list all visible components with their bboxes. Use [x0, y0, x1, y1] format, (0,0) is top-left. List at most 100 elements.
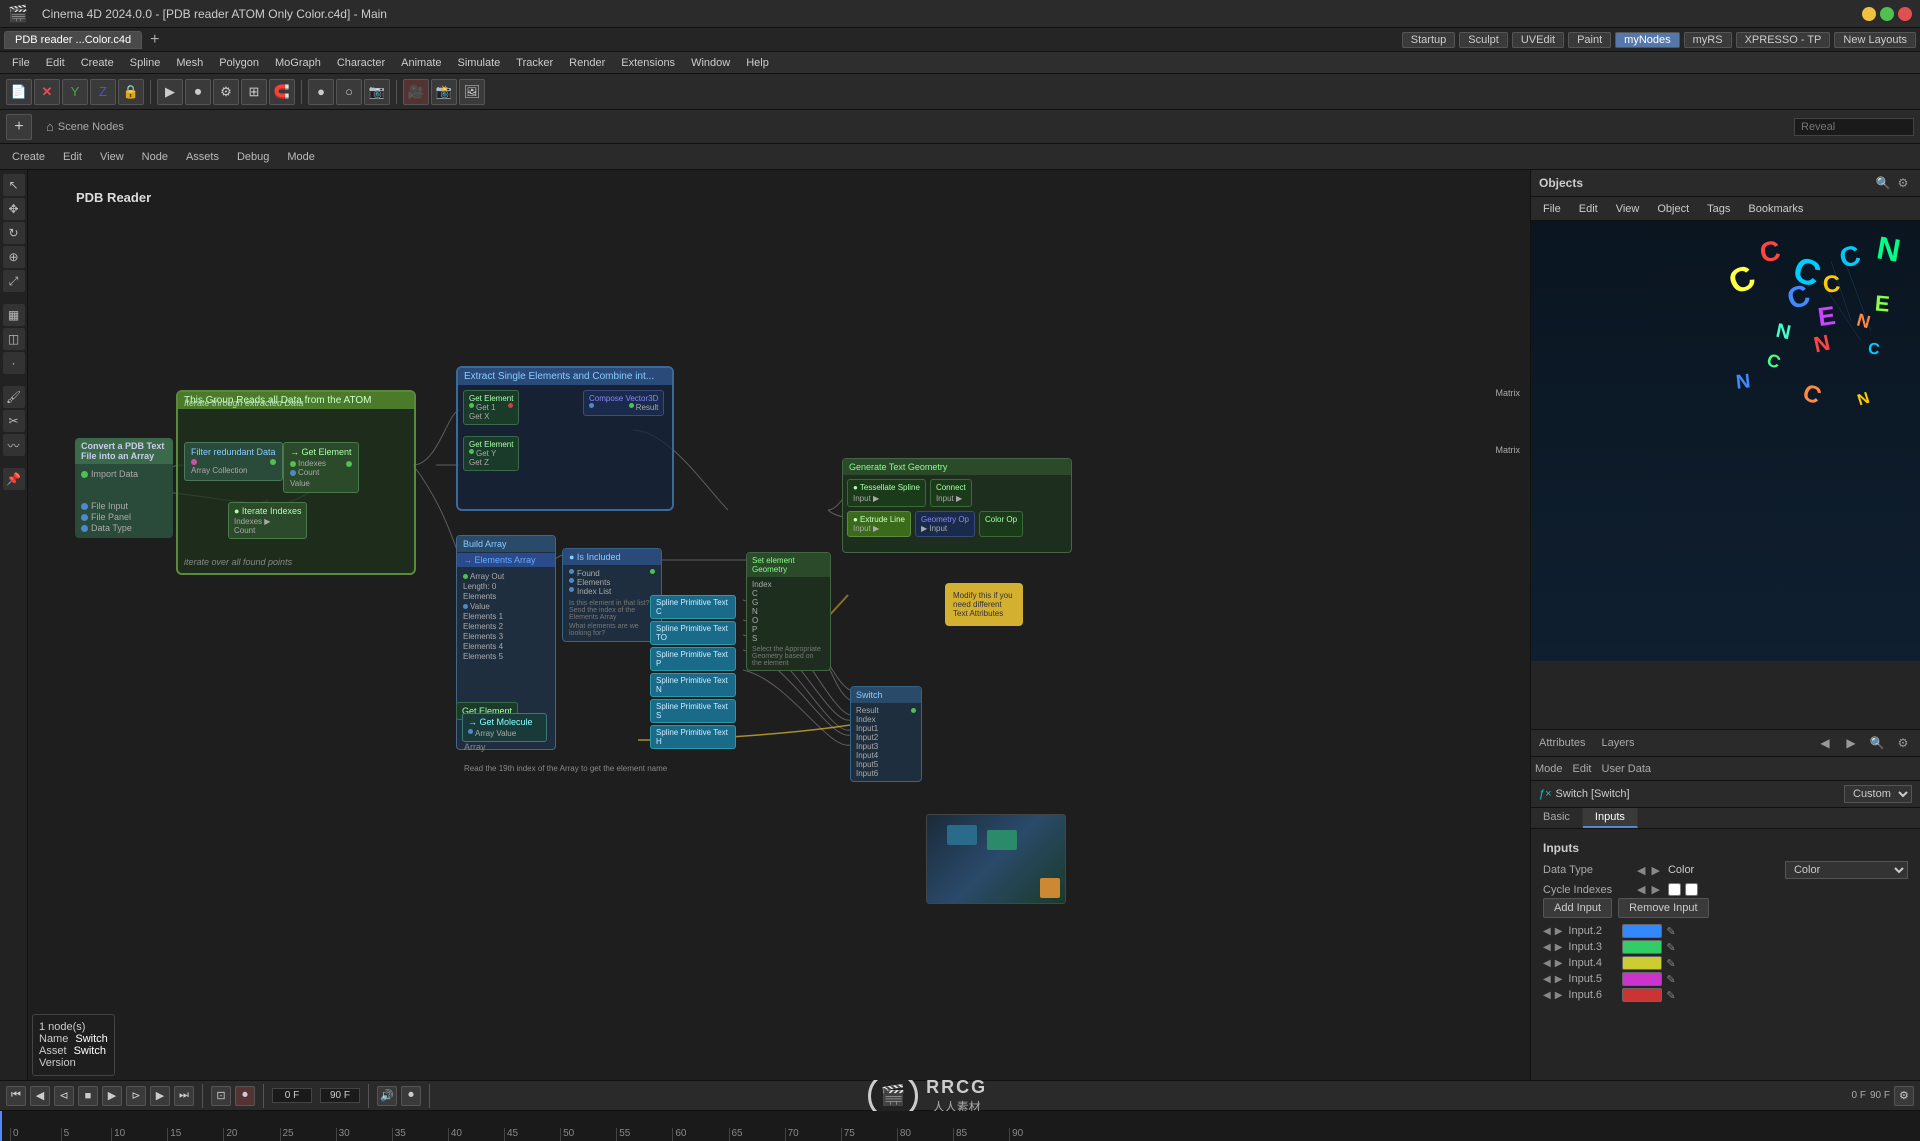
menu-mesh[interactable]: Mesh — [168, 55, 211, 71]
nodebar-create[interactable]: Create — [6, 149, 51, 165]
play-fwd-btn[interactable]: ▶ — [102, 1086, 122, 1106]
attrs-forward-btn[interactable]: ▶ — [1842, 734, 1860, 752]
home-icon[interactable]: ⌂ — [46, 119, 54, 134]
get-molecule-node[interactable]: → Get Molecule Array Value — [462, 713, 547, 742]
settings-btn[interactable]: ⚙ — [213, 79, 239, 105]
grid-btn[interactable]: ⊞ — [241, 79, 267, 105]
remove-input-button[interactable]: Remove Input — [1618, 898, 1708, 918]
nodebar-assets[interactable]: Assets — [180, 149, 225, 165]
scene-nodes-breadcrumb[interactable]: Scene Nodes — [58, 121, 124, 133]
xpresso-btn[interactable]: XPRESSO - TP — [1736, 32, 1831, 48]
next-frame-btn[interactable]: ▶ — [150, 1086, 170, 1106]
objects-search-btn[interactable]: 🔍 — [1874, 174, 1892, 192]
close-button[interactable] — [1898, 7, 1912, 21]
iterate-group-node[interactable]: This Group Reads all Data from the ATOM … — [176, 390, 416, 575]
nodebar-edit[interactable]: Edit — [57, 149, 88, 165]
input-5-color[interactable] — [1622, 972, 1662, 986]
go-start-btn[interactable]: ⏮ — [6, 1086, 26, 1106]
extrude-line-node[interactable]: ● Extrude Line Input ▶ — [847, 511, 911, 537]
lp-rotate[interactable]: ↻ — [3, 222, 25, 244]
sculpt-btn[interactable]: Sculpt — [1459, 32, 1508, 48]
input-2-color[interactable] — [1622, 924, 1662, 938]
lp-edge[interactable]: ◫ — [3, 328, 25, 350]
color-op-node[interactable]: Color Op — [979, 511, 1023, 537]
lp-knife[interactable]: ✂ — [3, 410, 25, 432]
go-end-btn[interactable]: ⏭ — [174, 1086, 194, 1106]
input-3-edit[interactable]: ✎ — [1666, 941, 1675, 954]
menu-render[interactable]: Render — [561, 55, 613, 71]
spline-prim-p-node[interactable]: Spline Primitive Text P — [650, 647, 736, 671]
get-element-x-node[interactable]: Get Element Get 1 Get X — [463, 390, 519, 425]
x-btn[interactable]: ✕ — [34, 79, 60, 105]
spline-prim-n-node[interactable]: Spline Primitive Text N — [650, 673, 736, 697]
menu-polygon[interactable]: Polygon — [211, 55, 267, 71]
mode-label[interactable]: Mode — [1535, 763, 1563, 775]
mynodes-btn[interactable]: myNodes — [1615, 32, 1679, 48]
menu-help[interactable]: Help — [738, 55, 777, 71]
spline-prim-c-node[interactable]: Spline Primitive Text C — [650, 595, 736, 619]
menu-character[interactable]: Character — [329, 55, 393, 71]
stop-btn[interactable]: ■ — [78, 1086, 98, 1106]
obj-menu-edit[interactable]: Edit — [1571, 201, 1606, 217]
obj-menu-file[interactable]: File — [1535, 201, 1569, 217]
wireframe-btn[interactable]: ○ — [336, 79, 362, 105]
filter-redundant-node[interactable]: Filter redundant Data Array Collection — [184, 442, 283, 481]
menu-animate[interactable]: Animate — [393, 55, 449, 71]
is-included-node[interactable]: ● Is Included Found Elements Index List … — [562, 548, 662, 642]
lp-point[interactable]: · — [3, 352, 25, 374]
paint-btn[interactable]: Paint — [1568, 32, 1611, 48]
compose-vector-node[interactable]: Compose Vector3D Result — [583, 390, 664, 416]
input-5-edit[interactable]: ✎ — [1666, 973, 1675, 986]
import-data-node[interactable]: Convert a PDB Text File into an Array Im… — [75, 438, 173, 538]
user-data-label[interactable]: User Data — [1602, 763, 1652, 775]
iterate-indexes-node[interactable]: ● Iterate Indexes Indexes ▶ Count — [228, 502, 307, 539]
lp-scale[interactable]: ⊕ — [3, 246, 25, 268]
menu-simulate[interactable]: Simulate — [450, 55, 509, 71]
input-4-edit[interactable]: ✎ — [1666, 957, 1675, 970]
switch-result-node[interactable]: Switch Result Index Input1 Input2 Input3… — [850, 686, 922, 782]
new-tab-button[interactable]: + — [144, 31, 165, 49]
maximize-button[interactable] — [1880, 7, 1894, 21]
prev-key-btn[interactable]: ⊲ — [54, 1086, 74, 1106]
tab-pdb-reader[interactable]: PDB reader ...Color.c4d — [4, 31, 142, 49]
cycle-indexes-checkbox[interactable] — [1668, 883, 1681, 896]
input-3-color[interactable] — [1622, 940, 1662, 954]
get-element-y-node[interactable]: Get Element Get Y Get Z — [463, 436, 519, 471]
objects-settings-btn[interactable]: ⚙ — [1894, 174, 1912, 192]
obj-menu-view[interactable]: View — [1608, 201, 1648, 217]
3d-viewport[interactable]: C N C C C E C N E N C C N C N — [1531, 221, 1920, 661]
nodebar-debug[interactable]: Debug — [231, 149, 275, 165]
menu-create[interactable]: Create — [73, 55, 122, 71]
input-6-color[interactable] — [1622, 988, 1662, 1002]
y-btn[interactable]: Y — [62, 79, 88, 105]
cam-btn[interactable]: 📷 — [364, 79, 390, 105]
next-key-btn[interactable]: ⊳ — [126, 1086, 146, 1106]
z-btn[interactable]: Z — [90, 79, 116, 105]
record-btn[interactable]: ⏺ — [235, 1086, 255, 1106]
input-2-edit[interactable]: ✎ — [1666, 925, 1675, 938]
nodebar-view[interactable]: View — [94, 149, 130, 165]
input-6-edit[interactable]: ✎ — [1666, 989, 1675, 1002]
lock-btn[interactable]: 🔒 — [118, 79, 144, 105]
render-btn[interactable]: 🎥 — [403, 79, 429, 105]
attrs-settings-btn[interactable]: ⚙ — [1894, 734, 1912, 752]
data-type-dropdown[interactable]: Color — [1785, 861, 1908, 879]
geometry-op-node[interactable]: Geometry Op ▶ Input — [915, 511, 975, 537]
obj-menu-object[interactable]: Object — [1649, 201, 1697, 217]
attrs-search-btn[interactable]: 🔍 — [1868, 734, 1886, 752]
timeline-settings-btn[interactable]: ⚙ — [1894, 1086, 1914, 1106]
input-4-color[interactable] — [1622, 956, 1662, 970]
edit-label[interactable]: Edit — [1573, 763, 1592, 775]
new-btn[interactable]: 📄 — [6, 79, 32, 105]
auto-key-btn[interactable]: ⏺ — [401, 1086, 421, 1106]
lp-paint[interactable]: 🖌 — [3, 386, 25, 408]
minimize-button[interactable] — [1862, 7, 1876, 21]
add-input-button[interactable]: Add Input — [1543, 898, 1612, 918]
cycle-indexes-checkbox2[interactable] — [1685, 883, 1698, 896]
get-element-inner-node[interactable]: → Get Element Indexes Count Value — [283, 442, 359, 493]
uvedit-btn[interactable]: UVEdit — [1512, 32, 1564, 48]
menu-extensions[interactable]: Extensions — [613, 55, 683, 71]
timeline-ruler[interactable]: 0 5 10 15 20 25 30 35 40 45 50 55 60 65 … — [0, 1111, 1920, 1141]
nodebar-node[interactable]: Node — [136, 149, 174, 165]
obj-menu-bookmarks[interactable]: Bookmarks — [1740, 201, 1811, 217]
